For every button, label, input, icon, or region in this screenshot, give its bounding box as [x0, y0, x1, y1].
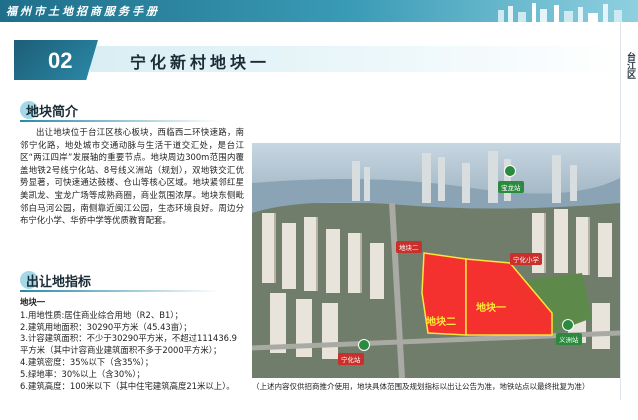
plot-one-label: 地块一	[476, 303, 506, 314]
tag-plot-two: 地块二	[396, 241, 422, 253]
intro-paragraph: 出让地块位于台江区核心板块，西临西二环快速路，南邻宁化路，地处城市交通动脉与生活…	[20, 127, 244, 226]
tag-ninghua-school: 宁化小学	[510, 253, 542, 265]
plot-name: 地块一	[20, 297, 46, 307]
metro-marker	[562, 319, 574, 331]
tag-baolong-station: 宝龙站	[498, 181, 524, 193]
intro-heading-text: 地块简介	[26, 105, 79, 120]
indicator-line: 4.建筑密度：35%以下（含35%）；	[20, 356, 154, 367]
heading-underline	[20, 290, 220, 292]
metro-marker	[358, 339, 370, 351]
plot-two-label: 地块二	[426, 317, 456, 328]
indicator-line: 5.绿地率：30%以上（含30%）；	[20, 368, 145, 379]
indicator-line: 3.计容建筑面积：不少于30290平方米，不超过111436.9	[20, 333, 237, 344]
indicator-line: 1.用地性质:居住商业综合用地（R2、B1）；	[20, 309, 183, 320]
disclaimer: （上述内容仅供招商推介使用，地块具体范围及规划指标以出让公告为准，地铁站点以最终…	[252, 382, 590, 391]
indicators-list: 地块一 1.用地性质:居住商业综合用地（R2、B1）； 2.建筑用地面积：302…	[20, 297, 250, 392]
section-title: 宁化新村地块一	[130, 53, 271, 72]
indicator-line: 平方米（其中计容商业建筑面积不多于2000平方米）；	[20, 345, 222, 356]
indicator-line: 6.建筑高度：100米以下（其中住宅建筑高度21米以上）。	[20, 380, 235, 391]
tag-yizhou-station: 义洲站	[556, 333, 582, 345]
indicators-heading-text: 出让地指标	[26, 275, 92, 290]
handbook-title: 福州市土地招商服务手册	[6, 5, 160, 18]
district-label: 台江区	[625, 52, 635, 79]
section-number: 02	[48, 48, 73, 73]
aerial-photo: 地块一 地块二 地块二 宁化小学 宝龙站 宁化站 义洲站	[252, 143, 620, 378]
skyline-illustration	[498, 3, 622, 22]
header-banner: 福州市土地招商服务手册	[0, 0, 638, 22]
heading-underline	[20, 120, 220, 122]
metro-marker	[504, 165, 516, 177]
indicator-line: 2.建筑用地面积：30290平方米（45.43亩）；	[20, 321, 192, 332]
tag-ninghua-station: 宁化站	[338, 353, 364, 365]
district-strip: 台江区	[620, 22, 638, 400]
